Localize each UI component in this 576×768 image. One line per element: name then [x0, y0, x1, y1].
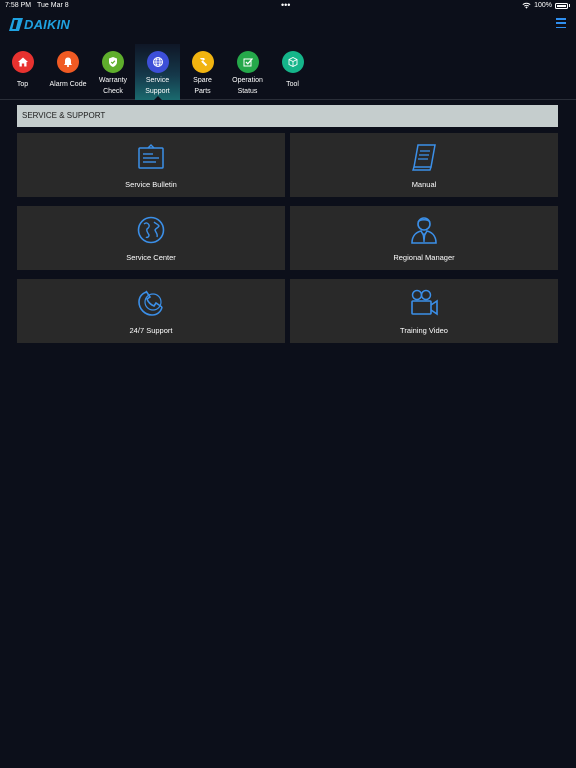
checkbox-icon	[236, 51, 259, 73]
globe-icon	[135, 214, 167, 246]
section-title: SERVICE & SUPPORT	[17, 105, 558, 127]
status-indicators: 100%	[522, 2, 570, 9]
bell-icon	[57, 51, 79, 73]
manager-person-icon	[408, 214, 440, 246]
cube-icon	[281, 51, 304, 73]
video-camera-icon	[408, 287, 440, 319]
nav-item-alarm-code[interactable]: Alarm Code	[45, 44, 91, 100]
nav-item-operation-status[interactable]: Operation Status	[225, 44, 270, 100]
nav-item-warranty-check[interactable]: Warranty Check	[91, 44, 135, 100]
tile-service-bulletin[interactable]: Service Bulletin	[17, 133, 285, 197]
nav-label: Spare Parts	[193, 77, 212, 95]
shield-icon	[102, 51, 124, 73]
tile-training-video[interactable]: Training Video	[290, 279, 558, 343]
nav-label: Tool	[286, 81, 299, 88]
globe-icon	[146, 51, 169, 73]
wifi-icon	[522, 2, 531, 9]
hammer-icon	[191, 51, 214, 73]
tile-24-7-support[interactable]: 24/7 Support	[17, 279, 285, 343]
status-time: 7:58 PM	[5, 2, 32, 9]
nav-label: Operation Status	[232, 77, 263, 95]
tile-manual[interactable]: Manual	[290, 133, 558, 197]
nav-item-spare-parts[interactable]: Spare Parts	[180, 44, 225, 100]
active-indicator	[153, 96, 162, 100]
home-icon	[11, 51, 34, 73]
bulletin-board-icon	[135, 141, 167, 173]
nav-label: Top	[16, 81, 29, 88]
tile-label: Manual	[411, 180, 437, 189]
hamburger-menu-button[interactable]	[556, 18, 566, 28]
nav-item-top[interactable]: Top	[0, 44, 45, 100]
status-date: Tue Mar 8	[37, 2, 69, 9]
tile-regional-manager[interactable]: Regional Manager	[290, 206, 558, 270]
tile-label: 24/7 Support	[129, 326, 173, 335]
top-navigation: Top Alarm Code Warranty Check Service Su…	[0, 44, 576, 100]
multitasking-dots[interactable]: •••	[281, 0, 290, 10]
nav-item-service-support[interactable]: Service Support	[135, 44, 180, 100]
tile-label: Service Bulletin	[125, 180, 177, 189]
daikin-logo-mark-icon	[9, 18, 23, 31]
nav-label: Alarm Code	[49, 81, 87, 88]
nav-label: Service Support	[145, 77, 170, 95]
tile-label: Service Center	[126, 253, 176, 262]
tile-service-center[interactable]: Service Center	[17, 206, 285, 270]
status-bar: 7:58 PM Tue Mar 8 ••• 100%	[0, 0, 576, 12]
battery-percent: 100%	[534, 2, 552, 9]
nav-label: Warranty Check	[98, 77, 128, 95]
phone-support-icon	[135, 287, 167, 319]
tile-label: Regional Manager	[393, 253, 455, 262]
battery-icon	[555, 2, 568, 9]
logo-text: DAIKIN	[24, 17, 70, 32]
manual-book-icon	[408, 141, 440, 173]
daikin-logo: DAIKIN	[9, 17, 70, 32]
tile-label: Training Video	[400, 326, 448, 335]
nav-item-tool[interactable]: Tool	[270, 44, 315, 100]
